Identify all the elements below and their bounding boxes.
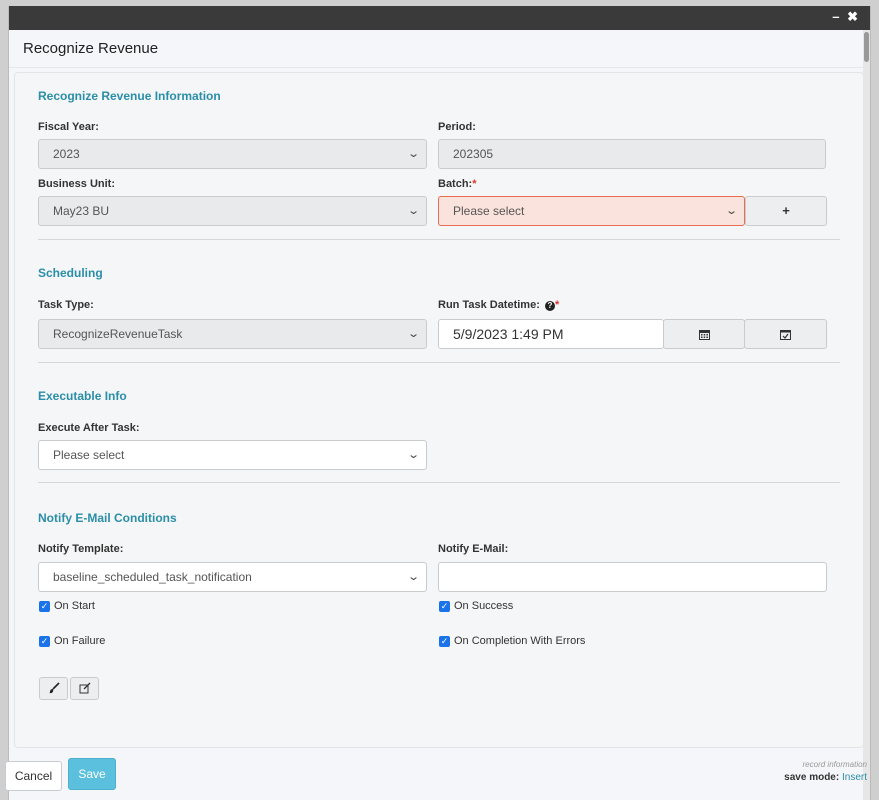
period-label: Period: (438, 121, 476, 133)
execute-after-select[interactable]: Please select ⌄ (38, 440, 427, 470)
brush-button[interactable] (39, 677, 68, 700)
fiscal-year-select[interactable]: 2023 ⌄ (38, 139, 427, 169)
paintbrush-icon (48, 682, 60, 694)
batch-label-text: Batch: (438, 178, 473, 190)
plus-icon: + (782, 203, 790, 218)
question-circle-icon[interactable]: ? (544, 301, 555, 311)
fiscal-year-value: 2023 (53, 147, 80, 161)
on-completion-errors-checkbox[interactable]: ✓ On Completion With Errors (439, 635, 585, 647)
form-panel: Recognize Revenue Information Fiscal Yea… (14, 72, 864, 748)
run-task-label: Run Task Datetime: ? * (438, 299, 559, 311)
edit-button[interactable] (70, 677, 99, 700)
chevron-down-icon: ⌄ (406, 148, 420, 160)
close-button[interactable]: ✖ (847, 9, 860, 24)
window-titlebar: – ✖ (9, 6, 870, 30)
divider (38, 239, 840, 240)
edit-icon (79, 682, 90, 694)
on-start-checkbox[interactable]: ✓ On Start (39, 600, 95, 612)
task-type-select[interactable]: RecognizeRevenueTask ⌄ (38, 319, 427, 349)
checkbox-checked-icon: ✓ (439, 600, 450, 612)
calendar-check-icon (780, 330, 791, 341)
chevron-down-icon: ⌄ (406, 571, 420, 583)
dialog-title: Recognize Revenue (9, 30, 870, 68)
recognize-revenue-dialog: – ✖ Recognize Revenue Recognize Revenue … (8, 6, 871, 800)
notify-email-label: Notify E-Mail: (438, 543, 509, 555)
execute-after-label: Execute After Task: (38, 422, 140, 434)
checkbox-checked-icon: ✓ (39, 635, 50, 647)
checkbox-checked-icon: ✓ (39, 600, 50, 612)
chevron-down-icon: ⌄ (406, 449, 420, 461)
batch-select[interactable]: Please select ⌄ (438, 196, 745, 226)
on-success-label: On Success (454, 600, 514, 612)
notify-template-label: Notify Template: (38, 543, 124, 555)
chevron-down-icon: ⌄ (724, 205, 738, 217)
dialog-scrollbar[interactable] (863, 30, 870, 800)
save-button[interactable]: Save (68, 758, 116, 790)
notify-template-value: baseline_scheduled_task_notification (53, 570, 252, 584)
on-failure-checkbox[interactable]: ✓ On Failure (39, 635, 105, 647)
run-task-label-text: Run Task Datetime: (438, 299, 540, 311)
execute-after-value: Please select (53, 448, 125, 462)
save-mode-indicator: save mode: Insert (784, 772, 867, 783)
window-controls: – ✖ (832, 9, 860, 25)
chevron-down-icon: ⌄ (406, 205, 420, 217)
cancel-button[interactable]: Cancel (5, 761, 62, 791)
minimize-button[interactable]: – (832, 9, 841, 24)
on-completion-errors-label: On Completion With Errors (454, 635, 586, 647)
section-title-executable: Executable Info (38, 389, 127, 403)
save-mode-value: Insert (841, 772, 867, 783)
scrollbar-thumb[interactable] (864, 32, 869, 62)
period-field: 202305 (438, 139, 826, 169)
on-success-checkbox[interactable]: ✓ On Success (439, 600, 513, 612)
calendar-icon (698, 330, 710, 341)
task-type-label: Task Type: (38, 299, 94, 311)
add-batch-button[interactable]: + (745, 196, 827, 226)
section-title-info: Recognize Revenue Information (38, 89, 221, 103)
on-start-label: On Start (54, 600, 95, 612)
period-value: 202305 (453, 147, 494, 161)
section-title-notify: Notify E-Mail Conditions (38, 511, 177, 525)
required-marker: * (554, 299, 560, 311)
run-task-value: 5/9/2023 1:49 PM (453, 326, 564, 342)
required-marker: * (472, 178, 477, 190)
notify-template-select[interactable]: baseline_scheduled_task_notification ⌄ (38, 562, 427, 592)
task-type-value: RecognizeRevenueTask (53, 327, 183, 341)
run-task-datetime-input[interactable]: 5/9/2023 1:49 PM (438, 319, 664, 349)
divider (38, 362, 840, 363)
save-mode-label: save mode: (784, 772, 840, 783)
batch-label: Batch:* (438, 178, 477, 190)
notify-email-input[interactable] (438, 562, 827, 592)
on-failure-label: On Failure (54, 635, 106, 647)
calendar-button[interactable] (663, 319, 745, 349)
business-unit-value: May23 BU (53, 204, 110, 218)
fiscal-year-label: Fiscal Year: (38, 121, 99, 133)
checkbox-checked-icon: ✓ (439, 635, 450, 647)
business-unit-select[interactable]: May23 BU ⌄ (38, 196, 427, 226)
batch-value: Please select (453, 204, 525, 218)
section-title-scheduling: Scheduling (38, 266, 103, 280)
calendar-check-button[interactable] (744, 319, 827, 349)
business-unit-label: Business Unit: (38, 178, 116, 190)
chevron-down-icon: ⌄ (406, 328, 420, 340)
record-information-label: record information (802, 760, 867, 769)
divider (38, 482, 840, 483)
